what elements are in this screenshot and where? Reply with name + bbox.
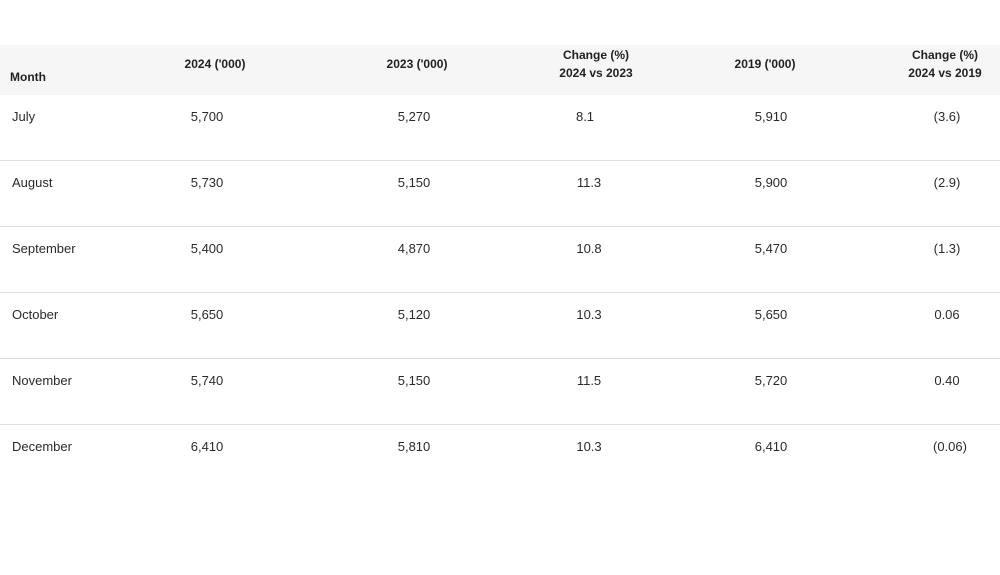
cell-month: October	[12, 307, 59, 322]
header-2023-label: 2023 ('000)	[386, 57, 448, 71]
header-change-2019: Change (%) 2024 vs 2019	[908, 39, 981, 89]
cell-2024: 5,700	[190, 109, 224, 124]
header-2019-label: 2019 ('000)	[734, 57, 796, 71]
cell-change-2019: (3.6)	[933, 109, 961, 124]
header-2019: 2019 ('000)	[735, 39, 796, 89]
header-2024-label: 2024 ('000)	[184, 57, 246, 71]
header-change-2023-line1: Change (%)	[563, 48, 629, 62]
page: Month 2024 ('000) 2023 ('000) Change (%)…	[0, 0, 1000, 575]
cell-2024: 6,410	[190, 439, 224, 454]
table-row: August 5,730 5,150 11.3 5,900 (2.9)	[0, 161, 1000, 227]
cell-2023: 4,870	[397, 241, 431, 256]
cell-2019: 6,410	[754, 439, 788, 454]
cell-month: December	[12, 439, 72, 454]
table-row: July 5,700 5,270 8.1 5,910 (3.6)	[0, 95, 1000, 161]
cell-2023: 5,270	[397, 109, 431, 124]
cell-2019: 5,470	[754, 241, 788, 256]
header-2024: 2024 ('000)	[185, 39, 246, 89]
data-table: Month 2024 ('000) 2023 ('000) Change (%)…	[0, 45, 1000, 490]
header-2023: 2023 ('000)	[387, 39, 448, 89]
header-change-2019-line2: 2024 vs 2019	[908, 66, 982, 80]
cell-2024: 5,400	[190, 241, 224, 256]
cell-2024: 5,650	[190, 307, 224, 322]
cell-change-2019: (0.06)	[933, 439, 967, 454]
cell-2024: 5,730	[190, 175, 224, 190]
table-row: December 6,410 5,810 10.3 6,410 (0.06)	[0, 425, 1000, 490]
cell-change-2019: (1.3)	[933, 241, 961, 256]
cell-2023: 5,810	[397, 439, 431, 454]
cell-change-2023: 11.5	[576, 373, 602, 388]
header-change-2019-line1: Change (%)	[912, 48, 978, 62]
cell-2024: 5,740	[190, 373, 224, 388]
table-header-row: Month 2024 ('000) 2023 ('000) Change (%)…	[0, 45, 1000, 95]
cell-change-2019: (2.9)	[933, 175, 961, 190]
cell-month: July	[12, 109, 36, 124]
cell-change-2023: 11.3	[576, 175, 602, 190]
header-month-label: Month	[10, 70, 46, 84]
cell-2023: 5,150	[397, 175, 431, 190]
cell-month: November	[12, 373, 72, 388]
cell-change-2019: 0.40	[934, 373, 960, 388]
cell-change-2023: 8.1	[575, 109, 595, 124]
cell-2019: 5,720	[754, 373, 788, 388]
cell-change-2019: 0.06	[934, 307, 960, 322]
table-row: October 5,650 5,120 10.3 5,650 0.06	[0, 293, 1000, 359]
cell-2019: 5,900	[754, 175, 788, 190]
cell-2023: 5,120	[397, 307, 431, 322]
cell-2023: 5,150	[397, 373, 431, 388]
cell-change-2023: 10.3	[576, 307, 602, 322]
header-change-2023-line2: 2024 vs 2023	[559, 66, 633, 80]
cell-2019: 5,650	[754, 307, 788, 322]
cell-change-2023: 10.3	[576, 439, 602, 454]
table-row: November 5,740 5,150 11.5 5,720 0.40	[0, 359, 1000, 425]
cell-month: August	[12, 175, 53, 190]
cell-2019: 5,910	[754, 109, 788, 124]
cell-change-2023: 10.8	[576, 241, 602, 256]
table-row: September 5,400 4,870 10.8 5,470 (1.3)	[0, 227, 1000, 293]
header-change-2023: Change (%) 2024 vs 2023	[559, 39, 632, 89]
cell-month: September	[12, 241, 76, 256]
